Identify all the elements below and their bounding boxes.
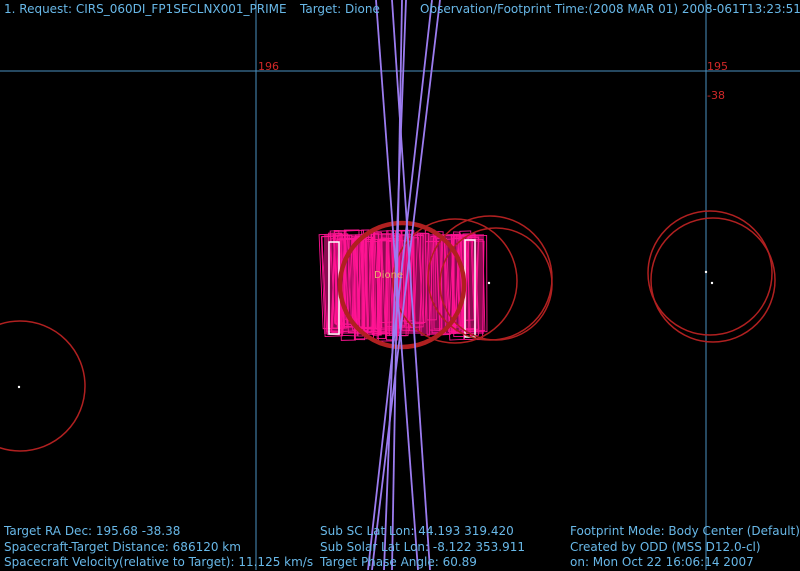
target-ra-dec: Target RA Dec: 195.68 -38.38	[4, 524, 181, 538]
observation-time-label: Observation/Footprint Time:(2008 MAR 01)…	[420, 2, 800, 16]
phase-angle: Target Phase Angle: 60.89	[320, 555, 477, 569]
star-point	[487, 281, 491, 285]
star-point	[17, 385, 21, 389]
fov-circle-left	[0, 320, 86, 452]
info-right: Footprint Mode: Body Center (Default) Cr…	[570, 524, 800, 571]
grid-label-ra-left: 196	[258, 60, 279, 73]
fov-circle-right	[647, 210, 773, 336]
footprint-mode: Footprint Mode: Body Center (Default)	[570, 524, 800, 538]
request-label: 1. Request: CIRS_060DI_FP1SECLNX001_PRIM…	[4, 2, 287, 16]
created-by: Created by ODD (MSS D12.0-cl)	[570, 539, 761, 554]
spacecraft-velocity: Spacecraft Velocity(relative to Target):…	[4, 555, 314, 569]
target-name-label: Target: Dione	[300, 2, 380, 16]
star-point	[710, 281, 714, 285]
sub-sc-lat-lon: Sub SC Lat Lon: 44.193 319.420	[320, 524, 514, 538]
target-body-label: Dione	[374, 270, 404, 281]
info-left: Target RA Dec: 195.68 -38.38 Spacecraft-…	[4, 524, 313, 571]
created-on: on: Mon Oct 22 16:06:14 2007	[570, 555, 754, 569]
fov-circle-right	[650, 217, 776, 343]
sub-solar-lat-lon: Sub Solar Lat Lon: -8.122 353.911	[320, 539, 526, 554]
grid-label-ra-right: 195	[707, 60, 728, 73]
star-point	[704, 270, 708, 274]
spacecraft-distance: Spacecraft-Target Distance: 686120 km	[4, 539, 241, 554]
grid-label-dec: -38	[707, 89, 725, 102]
footprint-plot	[0, 0, 800, 570]
info-middle: Sub SC Lat Lon: 44.193 319.420 Sub Solar…	[320, 524, 525, 571]
